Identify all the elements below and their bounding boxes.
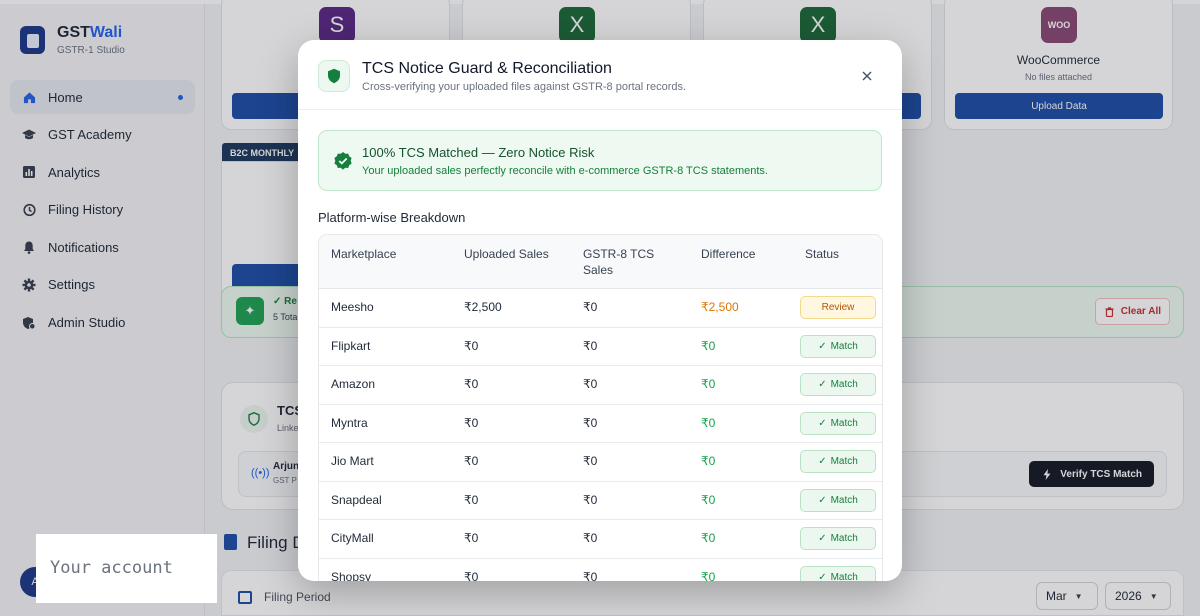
banner-subtitle: Your uploaded sales perfectly reconcile … (362, 165, 768, 177)
table-header: Marketplace Uploaded Sales GSTR-8 TCS Sa… (319, 235, 882, 289)
status-badge[interactable]: ✓ Match (800, 565, 876, 582)
status-badge[interactable]: Review (800, 296, 876, 319)
table-row: Meesho ₹2,500 ₹0 ₹2,500 Review (319, 289, 882, 328)
cell-difference: ₹0 (701, 338, 716, 353)
status-label: Match (830, 571, 858, 582)
cell-uploaded-sales: ₹0 (464, 492, 479, 507)
check-icon: ✓ (818, 417, 827, 429)
check-icon: ✓ (818, 340, 827, 352)
account-tooltip-text: Your account (50, 558, 173, 578)
cell-gstr8-sales: ₹0 (583, 454, 598, 468)
cell-difference: ₹0 (701, 531, 716, 545)
check-icon: ✓ (818, 379, 827, 390)
cell-difference: ₹0 (701, 492, 716, 507)
cell-marketplace: Myntra (331, 415, 368, 430)
cell-difference: ₹2,500 (701, 300, 739, 314)
column-header-status: Status (805, 247, 840, 261)
banner-title: 100% TCS Matched — Zero Notice Risk (362, 145, 595, 160)
table-row: Flipkart ₹0 ₹0 ₹0 ✓ Match (319, 328, 882, 366)
status-badge[interactable]: ✓ Match (800, 527, 876, 550)
column-header-uploaded-sales: Uploaded Sales (464, 247, 549, 261)
table-row: CityMall ₹0 ₹0 ₹0 ✓ Match (319, 520, 882, 559)
cell-uploaded-sales: ₹0 (464, 569, 479, 582)
status-badge[interactable]: ✓ Match (800, 373, 876, 396)
modal-header: TCS Notice Guard & Reconciliation Cross-… (298, 40, 902, 110)
cell-uploaded-sales: ₹0 (464, 377, 479, 391)
cell-marketplace: Meesho (331, 300, 374, 314)
table-row: Amazon ₹0 ₹0 ₹0 ✓ Match (319, 366, 882, 405)
cell-marketplace: Snapdeal (331, 492, 382, 507)
cell-gstr8-sales: ₹0 (583, 415, 598, 430)
check-icon: ✓ (818, 456, 827, 467)
cell-gstr8-sales: ₹0 (583, 492, 598, 507)
cell-marketplace: Jio Mart (331, 454, 374, 468)
cell-difference: ₹0 (701, 415, 716, 430)
status-label: Match (830, 456, 858, 467)
verified-badge-icon (333, 151, 353, 171)
shield-icon (318, 60, 350, 92)
cell-gstr8-sales: ₹0 (583, 531, 598, 545)
account-tooltip: Your account (36, 534, 217, 603)
cell-gstr8-sales: ₹0 (583, 569, 598, 582)
cell-difference: ₹0 (701, 454, 716, 468)
close-icon[interactable] (860, 69, 874, 83)
status-label: Match (830, 417, 858, 429)
cell-uploaded-sales: ₹0 (464, 338, 479, 353)
table-row: Myntra ₹0 ₹0 ₹0 ✓ Match (319, 405, 882, 443)
cell-difference: ₹0 (701, 569, 716, 582)
cell-uploaded-sales: ₹2,500 (464, 300, 502, 314)
status-label: Match (830, 533, 858, 544)
cell-uploaded-sales: ₹0 (464, 531, 479, 545)
column-header-difference: Difference (701, 247, 756, 261)
cell-uploaded-sales: ₹0 (464, 415, 479, 430)
cell-difference: ₹0 (701, 377, 716, 391)
status-badge[interactable]: ✓ Match (800, 411, 876, 435)
table-row: Shopsy ₹0 ₹0 ₹0 ✓ Match (319, 559, 882, 582)
check-icon: ✓ (818, 494, 827, 506)
tcs-reconciliation-modal: TCS Notice Guard & Reconciliation Cross-… (298, 40, 902, 581)
column-header-marketplace: Marketplace (331, 247, 397, 261)
cell-gstr8-sales: ₹0 (583, 338, 598, 353)
cell-uploaded-sales: ₹0 (464, 454, 479, 468)
status-badge[interactable]: ✓ Match (800, 488, 876, 512)
table-row: Snapdeal ₹0 ₹0 ₹0 ✓ Match (319, 482, 882, 520)
modal-subtitle: Cross-verifying your uploaded files agai… (362, 81, 687, 93)
cell-gstr8-sales: ₹0 (583, 300, 598, 314)
check-icon: ✓ (818, 571, 827, 582)
status-badge[interactable]: ✓ Match (800, 334, 876, 358)
table-row: Jio Mart ₹0 ₹0 ₹0 ✓ Match (319, 443, 882, 482)
status-label: Match (830, 379, 858, 390)
cell-marketplace: Shopsy (331, 569, 372, 582)
status-label: Match (830, 494, 858, 506)
cell-marketplace: Flipkart (331, 338, 371, 353)
cell-marketplace: Amazon (331, 377, 376, 391)
platform-breakdown-table: Marketplace Uploaded Sales GSTR-8 TCS Sa… (318, 234, 883, 581)
match-summary-banner: 100% TCS Matched — Zero Notice Risk Your… (318, 130, 882, 191)
cell-marketplace: CityMall (331, 531, 374, 545)
check-icon: ✓ (818, 533, 827, 544)
cell-gstr8-sales: ₹0 (583, 377, 598, 391)
status-badge[interactable]: ✓ Match (800, 450, 876, 473)
status-label: Review (821, 302, 855, 313)
status-label: Match (830, 340, 858, 352)
breakdown-title: Platform-wise Breakdown (318, 210, 466, 225)
modal-title: TCS Notice Guard & Reconciliation (362, 60, 612, 77)
column-header-gstr8-sales: GSTR-8 TCS Sales (583, 247, 655, 277)
